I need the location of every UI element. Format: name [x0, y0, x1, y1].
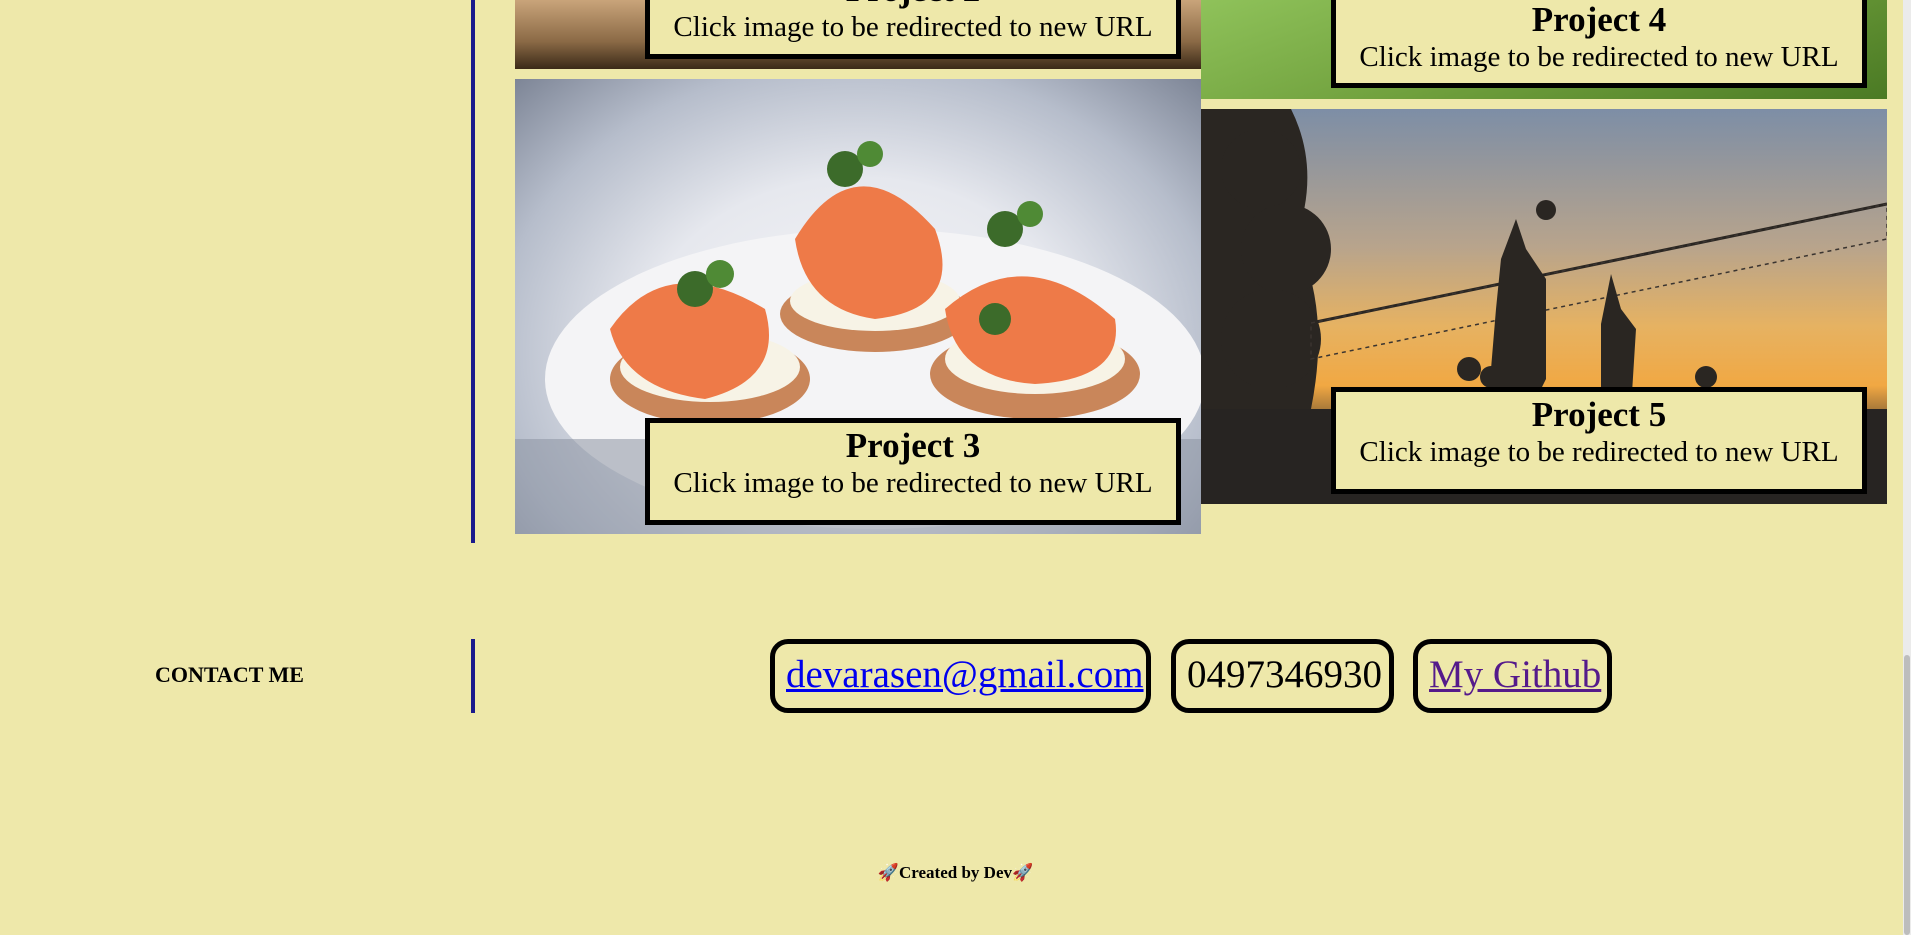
project-2-caption: Project 2 Click image to be redirected t… — [645, 0, 1181, 59]
project-3-subtitle: Click image to be redirected to new URL — [673, 467, 1153, 499]
github-link[interactable]: My Github — [1429, 653, 1601, 696]
project-4-card[interactable]: Project 4 Click image to be redirected t… — [1201, 0, 1887, 99]
project-5-title: Project 5 — [1531, 395, 1667, 434]
project-2-title: Project 2 — [660, 0, 1166, 9]
email-pill: devarasen@gmail.com — [770, 639, 1151, 713]
contact-heading: CONTACT ME — [155, 662, 304, 687]
email-link[interactable]: devarasen@gmail.com — [786, 653, 1144, 696]
vertical-scrollbar[interactable] — [1903, 0, 1911, 935]
project-5-card[interactable]: Project 5 Click image to be redirected t… — [1201, 109, 1887, 504]
phone-pill: 0497346930 — [1171, 639, 1394, 713]
phone-number: 0497346930 — [1187, 653, 1382, 696]
section-divider — [471, 0, 475, 543]
contact-divider — [471, 639, 475, 713]
project-3-caption: Project 3 Click image to be redirected t… — [645, 418, 1181, 525]
footer-credit: 🚀Created by Dev🚀 — [877, 863, 1034, 882]
project-5-caption: Project 5 Click image to be redirected t… — [1331, 387, 1867, 494]
scrollbar-thumb[interactable] — [1904, 655, 1910, 935]
project-4-title: Project 4 — [1531, 0, 1667, 39]
project-2-subtitle: Click image to be redirected to new URL — [673, 11, 1153, 43]
project-2-card[interactable]: Project 2 Click image to be redirected t… — [515, 0, 1201, 69]
github-pill: My Github — [1413, 639, 1612, 713]
project-3-title: Project 3 — [845, 426, 981, 465]
project-4-caption: Project 4 Click image to be redirected t… — [1331, 0, 1867, 88]
project-4-subtitle: Click image to be redirected to new URL — [1359, 41, 1839, 73]
project-3-card[interactable]: Project 3 Click image to be redirected t… — [515, 79, 1201, 534]
project-5-subtitle: Click image to be redirected to new URL — [1359, 436, 1839, 468]
page: Project 2 Click image to be redirected t… — [0, 0, 1911, 935]
